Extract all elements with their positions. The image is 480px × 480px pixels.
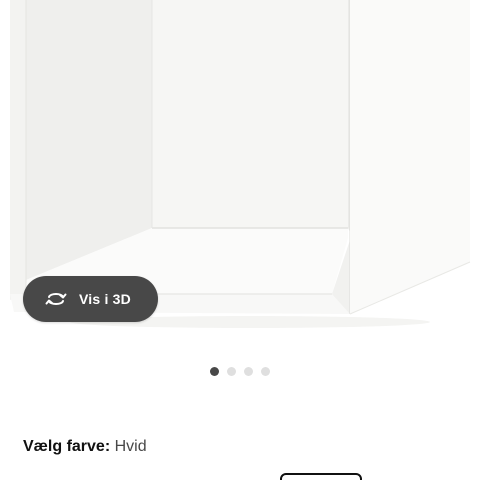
product-page: Vis i 3D Vælg farve: Hvid [0,0,480,480]
carousel-dot-1[interactable] [210,366,219,376]
color-swatch-selected[interactable] [280,473,362,480]
image-carousel-dots [0,364,480,378]
carousel-dot-2[interactable] [227,366,236,376]
selected-color-value: Hvid [114,438,147,455]
carousel-dot-4[interactable] [261,366,270,376]
view-3d-button[interactable]: Vis i 3D [23,276,158,322]
color-picker-heading: Vælg farve: Hvid [23,438,147,456]
product-image[interactable]: Vis i 3D [0,0,480,345]
view-3d-label: Vis i 3D [79,291,131,307]
color-picker-label: Vælg farve: [23,438,111,455]
rotate-3d-icon [43,289,69,309]
carousel-dot-3[interactable] [244,366,253,376]
